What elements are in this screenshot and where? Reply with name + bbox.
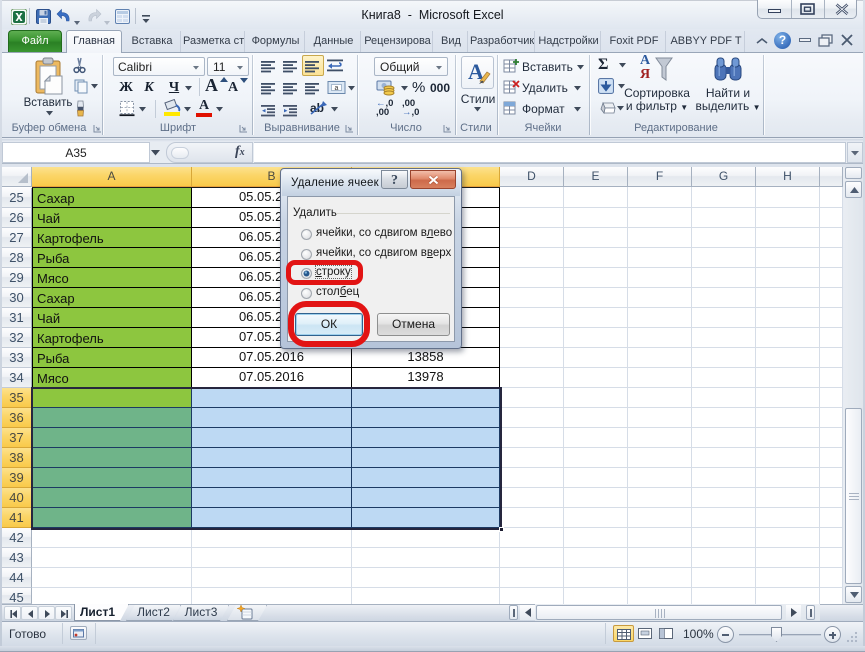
svg-text:a: a [335, 85, 339, 92]
